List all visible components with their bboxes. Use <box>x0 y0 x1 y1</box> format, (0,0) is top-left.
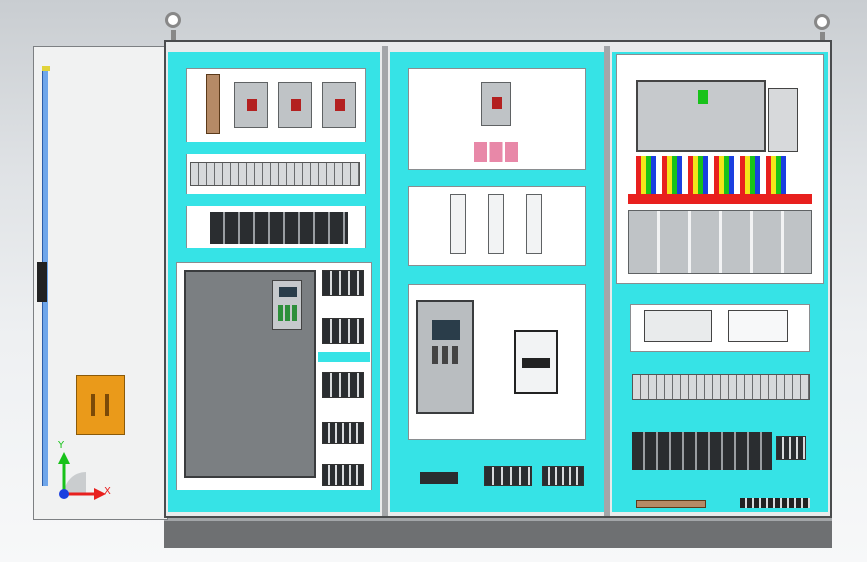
plc-controller[interactable] <box>636 80 798 152</box>
left-cable-duct-1 <box>186 142 366 154</box>
inverter-keypad-buttons[interactable] <box>278 305 298 321</box>
inverter-display <box>279 287 297 297</box>
axis-triad: Y X <box>46 440 116 506</box>
relay-bank-left[interactable] <box>210 212 348 244</box>
right-duct-3 <box>612 404 828 418</box>
contactor-coil <box>522 358 550 368</box>
inverter-keypad[interactable] <box>272 280 302 330</box>
middle-duct-1 <box>390 170 604 184</box>
breaker-1[interactable] <box>234 82 268 128</box>
wire-marker-strip <box>628 194 812 204</box>
pocket-slot-left <box>91 394 95 416</box>
plc-io-module[interactable] <box>768 88 798 152</box>
relay-aux-terminals[interactable] <box>776 436 806 460</box>
terminal-group-4[interactable] <box>322 422 364 444</box>
ground-terminal[interactable] <box>420 472 458 484</box>
lifting-eye-left[interactable] <box>165 12 181 28</box>
terminal-group-2[interactable] <box>322 318 364 344</box>
terminal-group-5[interactable] <box>322 464 364 486</box>
z-axis-dot <box>59 489 69 499</box>
section-divider-2 <box>604 46 610 516</box>
door-document-pocket[interactable] <box>76 375 125 435</box>
main-breaker[interactable] <box>481 82 511 126</box>
busbar-connector-pink[interactable] <box>474 142 518 162</box>
y-axis-label: Y <box>58 440 65 451</box>
signal-converter[interactable] <box>728 310 788 342</box>
soft-starter-buttons[interactable] <box>432 346 460 364</box>
terminal-group-3[interactable] <box>322 372 364 398</box>
fuse-holder-3[interactable] <box>526 194 542 254</box>
vertical-terminal-block[interactable] <box>206 74 220 134</box>
left-cable-duct-2 <box>186 194 366 206</box>
right-duct-1 <box>612 286 828 300</box>
soft-starter-display <box>432 320 460 340</box>
left-mid-rail <box>168 248 380 262</box>
door-handle[interactable] <box>37 262 47 302</box>
terminal-strip-1[interactable] <box>190 162 360 186</box>
plc-status-arrow <box>698 90 708 104</box>
left-bottom-duct <box>168 490 380 508</box>
breaker-2[interactable] <box>278 82 312 128</box>
left-lower-duct-1 <box>318 352 370 362</box>
frequency-inverter[interactable] <box>184 270 316 478</box>
power-supply-module[interactable] <box>644 310 712 342</box>
terminal-group-1[interactable] <box>322 270 364 296</box>
right-breaker-bank[interactable] <box>628 210 812 274</box>
relay-bank-right[interactable] <box>632 432 772 470</box>
middle-bottom-duct <box>390 496 604 510</box>
breaker-2-toggle[interactable] <box>291 99 301 111</box>
x-axis-label: X <box>104 486 111 497</box>
right-duct-2 <box>612 354 828 368</box>
breaker-3[interactable] <box>322 82 356 128</box>
soft-starter[interactable] <box>416 300 474 414</box>
main-breaker-toggle[interactable] <box>492 97 502 109</box>
middle-terminal-group-2[interactable] <box>542 466 584 486</box>
plc-wire-bundle <box>636 156 786 196</box>
middle-terminal-group-1[interactable] <box>484 466 532 486</box>
neutral-busbar[interactable] <box>636 500 706 508</box>
fuse-holder-1[interactable] <box>450 194 466 254</box>
contactor[interactable] <box>514 330 558 394</box>
right-terminal-strip[interactable] <box>632 374 810 400</box>
pe-busbar[interactable] <box>740 498 810 508</box>
middle-duct-3 <box>390 440 604 454</box>
right-bottom-duct <box>612 478 828 492</box>
breaker-3-toggle[interactable] <box>335 99 345 111</box>
middle-duct-2 <box>390 266 604 282</box>
section-divider-1 <box>382 46 388 516</box>
pocket-slot-right <box>105 394 109 416</box>
door-hinge-top <box>42 66 50 71</box>
y-axis-arrow <box>58 452 70 464</box>
fuse-holder-2[interactable] <box>488 194 504 254</box>
lifting-eye-right[interactable] <box>814 14 830 30</box>
breaker-1-toggle[interactable] <box>247 99 257 111</box>
cabinet-plinth <box>164 518 832 548</box>
